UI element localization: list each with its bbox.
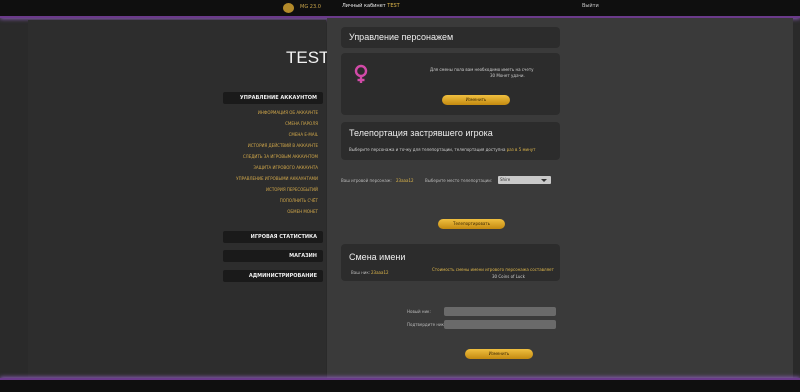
teleport-place-label: Выберите место телепортации: <box>425 178 493 183</box>
coin-icon <box>283 3 294 13</box>
menu-head-stats[interactable]: ИГРОВАЯ СТАТИСТИКА <box>223 231 323 243</box>
teleport-desc-text: Выберите персонажа и точку для телепорта… <box>349 147 506 152</box>
menu-link-manage-accounts[interactable]: УПРАВЛЕНИЕ ИГРОВЫМИ АККАУНТАМИ <box>226 176 318 181</box>
menu-head-account[interactable]: УПРАВЛЕНИЕ АККАУНТОМ <box>223 92 323 104</box>
menu-link-activity-history[interactable]: ИСТОРИЯ ДЕЙСТВИЙ В АККАУНТЕ <box>226 143 318 148</box>
teleport-char-value: 23aaa12 <box>396 178 414 183</box>
confirm-name-label: Подтвердите ник: <box>407 322 446 327</box>
page-title: TEST <box>286 48 330 67</box>
rename-cost-line2: 30 Coins of Luck <box>492 274 525 279</box>
menu-link-top-up[interactable]: ПОПОЛНИТЬ СЧЁТ <box>226 198 318 203</box>
teleport-char-label: Ваш игровой персонаж: <box>341 178 392 183</box>
teleport-desc: Выберите персонажа и точку для телепорта… <box>349 147 535 152</box>
sex-change-desc: Для смены пола вам необходимо иметь на с… <box>430 67 534 72</box>
teleport-place-value: Shire <box>500 177 511 182</box>
char-manage-body <box>341 53 560 115</box>
menu-link-change-password[interactable]: СМЕНА ПАРОЛЯ <box>226 121 318 126</box>
rename-button[interactable]: Изменить <box>465 349 533 359</box>
sex-change-cost: 30 Монет удачи. <box>490 73 525 78</box>
menu-link-change-email[interactable]: СМЕНА E-MAIL <box>226 132 318 137</box>
account-name: TEST <box>387 3 400 9</box>
menu-link-watch-account[interactable]: СЛЕДИТЬ ЗА ИГРОВЫМ АККАУНТОМ <box>226 154 318 159</box>
menu-link-protect-account[interactable]: ЗАЩИТА ИГРОВОГО АККАУНТА <box>226 165 318 170</box>
new-name-input[interactable] <box>444 307 556 316</box>
menu-link-exchange[interactable]: ОБМЕН МОНЕТ <box>226 209 318 214</box>
rename-char-label: Ваш ник: <box>351 270 371 275</box>
teleport-desc-highlight: раз в 5 минут <box>506 147 536 152</box>
rename-title: Смена имени <box>349 252 406 262</box>
top-bar: MG 23.0 Личный кабинет TEST Выйти <box>0 0 800 18</box>
female-icon <box>351 63 371 85</box>
teleport-place-select[interactable]: Shire <box>498 176 551 184</box>
teleport-card: Телепортация застрявшего игрока Выберите… <box>341 122 560 160</box>
change-sex-button[interactable]: Изменить <box>442 95 510 105</box>
account-link[interactable]: Личный кабинет TEST <box>342 3 400 9</box>
confirm-name-input[interactable] <box>444 320 556 329</box>
menu-head-admin[interactable]: АДМИНИСТРИРОВАНИЕ <box>223 270 323 282</box>
menu-link-transfer-history[interactable]: ИСТОРИЯ ПЕРЕСОБЫТИЙ <box>226 187 318 192</box>
bottom-bar <box>0 378 800 392</box>
balance: MG 23.0 <box>300 4 321 10</box>
menu-head-shop[interactable]: МАГАЗИН <box>223 250 323 262</box>
rename-cost-line1: Стоимость смены имени игрового персонажа… <box>432 267 554 272</box>
char-manage-title: Управление персонажем <box>349 32 454 42</box>
chevron-down-icon <box>541 179 547 182</box>
teleport-title: Телепортация застрявшего игрока <box>349 128 493 138</box>
new-name-label: Новый ник: <box>407 309 431 314</box>
menu-link-account-info[interactable]: ИНФОРМАЦИЯ ОБ АККАУНТЕ <box>226 110 318 115</box>
rename-card: Смена имени <box>341 244 560 281</box>
rename-char-value: 23aaa12 <box>371 270 389 275</box>
teleport-button[interactable]: Телепортировать <box>438 219 505 229</box>
char-manage-card: Управление персонажем <box>341 27 560 48</box>
account-prefix: Личный кабинет <box>342 3 386 9</box>
logout-link[interactable]: Выйти <box>582 3 599 9</box>
